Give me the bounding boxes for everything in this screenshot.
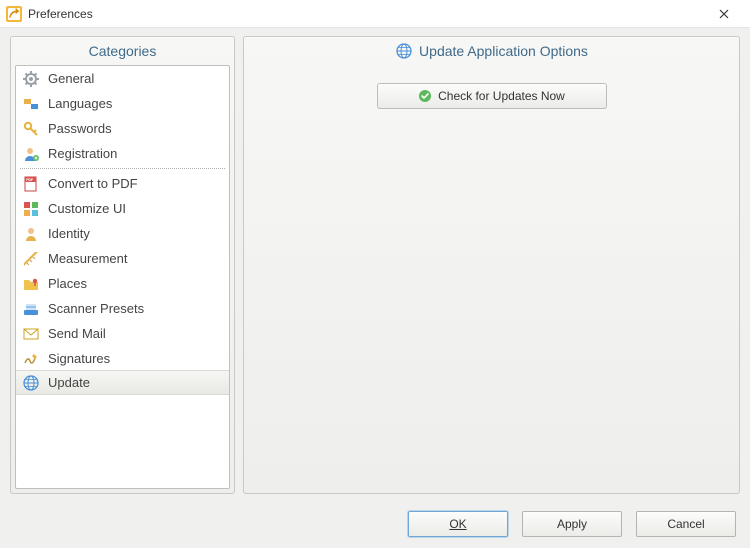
- ok-button[interactable]: OK: [408, 511, 508, 537]
- categories-header-label: Categories: [89, 43, 157, 59]
- category-send-mail[interactable]: Send Mail: [16, 321, 229, 346]
- categories-panel: Categories General Languages: [10, 36, 235, 494]
- gear-icon: [22, 70, 40, 88]
- app-icon: [6, 6, 22, 22]
- category-signatures[interactable]: Signatures: [16, 346, 229, 371]
- category-general[interactable]: General: [16, 66, 229, 91]
- envelope-icon: [22, 325, 40, 343]
- user-plus-icon: [22, 145, 40, 163]
- check-circle-icon: [418, 89, 432, 103]
- category-customize-ui[interactable]: Customize UI: [16, 196, 229, 221]
- options-header: Update Application Options: [244, 37, 739, 65]
- category-label: Languages: [48, 96, 112, 111]
- category-label: Measurement: [48, 251, 127, 266]
- panels: Categories General Languages: [10, 36, 740, 494]
- category-label: Customize UI: [48, 201, 126, 216]
- options-header-label: Update Application Options: [419, 43, 588, 59]
- person-icon: [22, 225, 40, 243]
- globe-icon: [395, 42, 413, 60]
- category-convert-to-pdf[interactable]: PDF Convert to PDF: [16, 171, 229, 196]
- category-label: Places: [48, 276, 87, 291]
- category-label: Scanner Presets: [48, 301, 144, 316]
- scanner-icon: [22, 300, 40, 318]
- category-label: Send Mail: [48, 326, 106, 341]
- languages-icon: [22, 95, 40, 113]
- category-label: Registration: [48, 146, 117, 161]
- ok-label: OK: [449, 517, 466, 531]
- folder-pin-icon: [22, 275, 40, 293]
- category-label: Identity: [48, 226, 90, 241]
- dialog-footer: OK Apply Cancel: [0, 500, 750, 548]
- category-passwords[interactable]: Passwords: [16, 116, 229, 141]
- category-measurement[interactable]: Measurement: [16, 246, 229, 271]
- category-places[interactable]: Places: [16, 271, 229, 296]
- category-label: Convert to PDF: [48, 176, 138, 191]
- pdf-icon: PDF: [22, 175, 40, 193]
- signature-icon: [22, 350, 40, 368]
- check-for-updates-label: Check for Updates Now: [438, 89, 565, 103]
- svg-text:PDF: PDF: [26, 178, 34, 182]
- apply-button[interactable]: Apply: [522, 511, 622, 537]
- ruler-icon: [22, 250, 40, 268]
- category-scanner-presets[interactable]: Scanner Presets: [16, 296, 229, 321]
- client-area: Categories General Languages: [0, 28, 750, 548]
- grid-colors-icon: [22, 200, 40, 218]
- category-label: Passwords: [48, 121, 112, 136]
- category-label: General: [48, 71, 94, 86]
- titlebar: Preferences: [0, 0, 750, 28]
- close-icon: [719, 9, 729, 19]
- cancel-button[interactable]: Cancel: [636, 511, 736, 537]
- category-languages[interactable]: Languages: [16, 91, 229, 116]
- globe-icon: [22, 374, 40, 392]
- categories-header: Categories: [11, 37, 234, 65]
- check-for-updates-button[interactable]: Check for Updates Now: [377, 83, 607, 109]
- close-button[interactable]: [704, 0, 744, 28]
- cancel-label: Cancel: [667, 517, 704, 531]
- categories-list[interactable]: General Languages Passwords: [15, 65, 230, 489]
- category-divider: [20, 168, 225, 169]
- category-registration[interactable]: Registration: [16, 141, 229, 166]
- options-panel: Update Application Options Check for Upd…: [243, 36, 740, 494]
- apply-label: Apply: [557, 517, 587, 531]
- options-body: Check for Updates Now: [244, 65, 739, 493]
- category-identity[interactable]: Identity: [16, 221, 229, 246]
- key-icon: [22, 120, 40, 138]
- category-update[interactable]: Update: [16, 370, 229, 395]
- category-label: Update: [48, 375, 90, 390]
- window-title: Preferences: [28, 7, 704, 21]
- category-label: Signatures: [48, 351, 110, 366]
